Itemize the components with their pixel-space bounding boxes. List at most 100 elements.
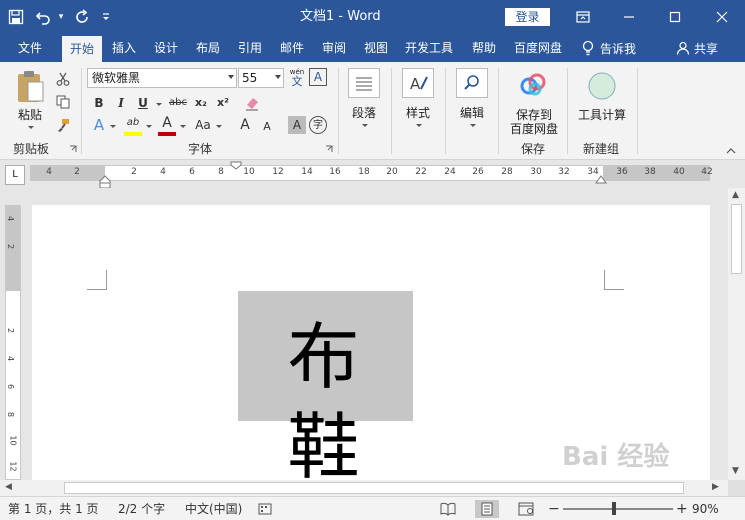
page-count[interactable]: 第 1 页，共 1 页 xyxy=(8,497,99,520)
zoom-slider-track[interactable] xyxy=(563,508,673,510)
highlight-button[interactable]: ab xyxy=(124,114,142,132)
document-body-text[interactable]: 布 鞋 xyxy=(238,312,413,492)
login-button[interactable]: 登录 xyxy=(505,8,550,26)
vertical-ruler[interactable]: 4 2 2 4 6 8 10 12 xyxy=(5,205,21,480)
editing-dropdown-icon[interactable] xyxy=(470,124,476,127)
font-color-dropdown-icon[interactable] xyxy=(180,125,186,128)
underline-dropdown-icon[interactable] xyxy=(156,103,162,106)
crop-mark-top-left xyxy=(87,270,107,290)
right-indent-marker[interactable] xyxy=(595,175,607,184)
close-icon xyxy=(716,11,728,23)
zoom-in-button[interactable]: + xyxy=(676,497,688,520)
minimize-button[interactable] xyxy=(606,0,652,34)
italic-button[interactable]: I xyxy=(112,94,130,112)
redo-button[interactable] xyxy=(68,0,96,34)
styles-button[interactable]: A xyxy=(402,68,434,98)
font-family-select[interactable]: 微软雅黑 xyxy=(87,68,237,88)
cut-button[interactable] xyxy=(54,70,72,88)
character-border-button[interactable]: A xyxy=(309,68,327,86)
horizontal-ruler[interactable]: 4 2 2 4 6 8 10 12 14 16 18 20 22 24 26 2… xyxy=(30,165,713,181)
print-layout-button[interactable] xyxy=(475,500,499,518)
close-button[interactable] xyxy=(699,0,745,34)
left-indent-marker[interactable] xyxy=(99,175,111,189)
ruler-tick: 2 xyxy=(6,243,16,250)
ruler-tick: 42 xyxy=(701,167,713,177)
tell-me-box[interactable]: 告诉我 xyxy=(582,34,636,62)
scroll-down-icon[interactable]: ▼ xyxy=(732,466,739,476)
share-button[interactable]: 共享 xyxy=(676,34,718,62)
undo-button[interactable] xyxy=(32,0,54,34)
language-indicator[interactable]: 中文(中国) xyxy=(185,497,242,520)
enclose-characters-button[interactable]: 字 xyxy=(309,116,327,134)
ruler-tick: 18 xyxy=(358,167,370,177)
tab-file[interactable]: 文件 xyxy=(8,34,52,62)
font-launcher-icon[interactable] xyxy=(324,144,334,154)
tab-baidu-netdisk[interactable]: 百度网盘 xyxy=(508,34,568,62)
first-line-indent-marker[interactable] xyxy=(230,161,242,170)
paragraph-dropdown-icon[interactable] xyxy=(362,124,368,127)
font-size-select[interactable]: 55 xyxy=(238,68,284,88)
save-to-baidu-button[interactable] xyxy=(516,70,550,100)
word-count[interactable]: 2/2 个字 xyxy=(118,497,165,520)
grow-font-button[interactable]: A xyxy=(236,116,254,134)
tab-selector[interactable]: L xyxy=(5,165,25,185)
macro-record-button[interactable] xyxy=(256,500,274,518)
vertical-scrollbar[interactable]: ▲ ▼ xyxy=(728,188,745,480)
clear-formatting-button[interactable] xyxy=(243,94,261,112)
styles-dropdown-icon[interactable] xyxy=(416,124,422,127)
vertical-scroll-thumb[interactable] xyxy=(731,204,742,274)
customize-qat-icon[interactable] xyxy=(96,0,116,34)
text-effects-button[interactable]: A xyxy=(90,116,108,134)
subscript-button[interactable]: x₂ xyxy=(192,94,210,112)
tab-mailings[interactable]: 邮件 xyxy=(272,34,312,62)
web-layout-button[interactable] xyxy=(514,500,538,518)
underline-button[interactable]: U xyxy=(134,94,152,112)
tab-help[interactable]: 帮助 xyxy=(464,34,504,62)
paragraph-button[interactable] xyxy=(348,68,380,98)
phonetic-guide-button[interactable]: wén 文 xyxy=(288,66,306,88)
paste-button[interactable] xyxy=(12,68,48,106)
calculator-circle-icon xyxy=(588,72,616,100)
tool-calc-label: 工具计算 xyxy=(577,108,626,122)
copy-button[interactable] xyxy=(54,93,72,111)
zoom-slider-thumb[interactable] xyxy=(612,502,616,515)
maximize-button[interactable] xyxy=(652,0,698,34)
format-painter-button[interactable] xyxy=(54,116,72,134)
scroll-right-icon[interactable]: ▶ xyxy=(712,482,719,492)
superscript-button[interactable]: x² xyxy=(214,94,232,112)
tab-layout[interactable]: 布局 xyxy=(188,34,228,62)
bold-button[interactable]: B xyxy=(90,94,108,112)
undo-dropdown-icon[interactable]: ▾ xyxy=(54,0,68,34)
tab-home[interactable]: 开始 xyxy=(62,36,102,62)
paste-dropdown-icon[interactable] xyxy=(28,126,34,129)
strikethrough-button[interactable]: abc xyxy=(166,94,190,112)
clipboard-icon xyxy=(18,71,44,102)
scissors-icon xyxy=(56,72,70,86)
tab-design[interactable]: 设计 xyxy=(146,34,186,62)
collapse-ribbon-button[interactable] xyxy=(724,146,738,156)
text-effects-dropdown-icon[interactable] xyxy=(110,125,116,128)
highlight-dropdown-icon[interactable] xyxy=(146,125,152,128)
scroll-left-icon[interactable]: ◀ xyxy=(5,482,12,492)
editing-button[interactable] xyxy=(456,68,488,98)
tab-developer[interactable]: 开发工具 xyxy=(398,34,460,62)
zoom-out-button[interactable]: − xyxy=(548,497,560,520)
ribbon-display-options-button[interactable] xyxy=(560,0,606,34)
change-case-dropdown-icon[interactable] xyxy=(216,125,222,128)
zoom-level[interactable]: 90% xyxy=(692,497,719,520)
tool-calc-button[interactable] xyxy=(586,70,618,102)
ruler-tick: 6 xyxy=(189,167,195,177)
font-color-button[interactable]: A xyxy=(158,114,176,132)
character-shading-button[interactable]: A xyxy=(288,116,306,134)
tab-view[interactable]: 视图 xyxy=(356,34,396,62)
shrink-font-button[interactable]: A xyxy=(258,118,276,136)
change-case-button[interactable]: Aa xyxy=(192,116,214,134)
paste-label: 粘贴 xyxy=(17,108,42,122)
scroll-up-icon[interactable]: ▲ xyxy=(732,190,739,200)
tab-review[interactable]: 审阅 xyxy=(314,34,354,62)
read-mode-button[interactable] xyxy=(436,500,460,518)
tab-references[interactable]: 引用 xyxy=(230,34,270,62)
clipboard-launcher-icon[interactable] xyxy=(68,144,78,154)
save-button[interactable] xyxy=(0,0,32,34)
tab-insert[interactable]: 插入 xyxy=(104,34,144,62)
